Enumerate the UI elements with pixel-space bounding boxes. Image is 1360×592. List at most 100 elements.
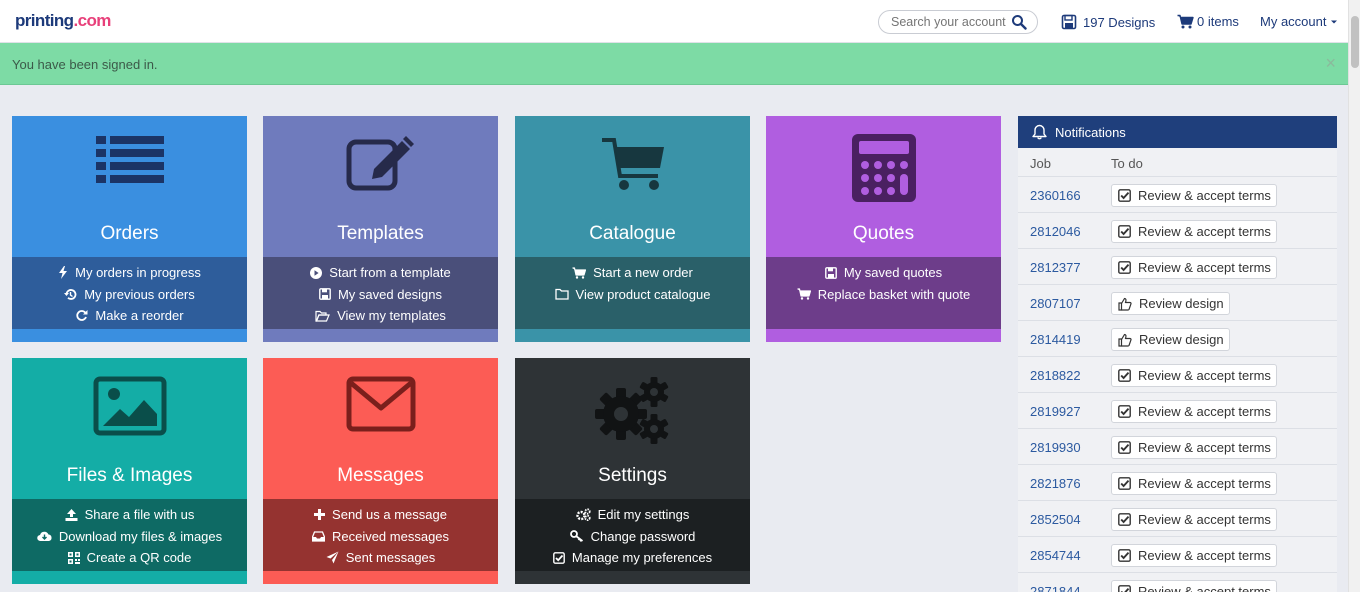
messages-tile[interactable]: Messages Send us a message Received mess… [263, 358, 498, 584]
change-password-link[interactable]: Change password [515, 526, 750, 548]
todo-button[interactable]: Review & accept terms [1111, 472, 1277, 495]
cloud-download-icon [37, 531, 52, 542]
todo-button[interactable]: Review design [1111, 328, 1230, 351]
save-icon [1061, 14, 1077, 30]
check-square-icon [553, 551, 565, 564]
saved-quotes-link[interactable]: My saved quotes [766, 262, 1001, 284]
orders-tile[interactable]: Orders My orders in progress My previous… [12, 116, 247, 342]
sent-messages-link[interactable]: Sent messages [263, 547, 498, 569]
todo-button[interactable]: Review & accept terms [1111, 364, 1277, 387]
job-link[interactable]: 2819927 [1030, 404, 1081, 419]
view-catalogue-link[interactable]: View product catalogue [515, 284, 750, 306]
send-message-link[interactable]: Send us a message [263, 504, 498, 526]
link-label: Change password [590, 528, 696, 544]
catalogue-links: Start a new order View product catalogue [515, 257, 750, 329]
notifications-list: 2360166 Review & accept terms 2812046 Revie… [1018, 177, 1337, 592]
start-from-template-link[interactable]: Start from a template [263, 262, 498, 284]
quotes-tile[interactable]: Quotes My saved quotes Replace basket wi… [766, 116, 1001, 342]
refresh-icon [76, 310, 88, 322]
notification-row: 2854744 Review & accept terms [1018, 537, 1337, 573]
manage-preferences-link[interactable]: Manage my preferences [515, 547, 750, 569]
thumbs-up-icon [1118, 333, 1132, 347]
todo-button[interactable]: Review & accept terms [1111, 580, 1277, 592]
start-new-order-link[interactable]: Start a new order [515, 262, 750, 284]
link-label: Make a reorder [95, 308, 184, 324]
todo-label: Review & accept terms [1138, 260, 1271, 275]
download-files-link[interactable]: Download my files & images [12, 526, 247, 548]
orders-links: My orders in progress My previous orders… [12, 257, 247, 329]
check-square-icon [1118, 585, 1131, 592]
notification-row: 2821876 Review & accept terms [1018, 465, 1337, 501]
orders-in-progress-link[interactable]: My orders in progress [12, 262, 247, 284]
bolt-icon [59, 266, 68, 280]
bell-icon [1032, 124, 1047, 140]
notification-row: 2812377 Review & accept terms [1018, 249, 1337, 285]
page-scrollbar[interactable] [1348, 0, 1360, 592]
settings-links: Edit my settings Change password Manage … [515, 499, 750, 571]
search-icon[interactable] [1011, 14, 1027, 30]
todo-button[interactable]: Review & accept terms [1111, 220, 1277, 243]
todo-button[interactable]: Review & accept terms [1111, 508, 1277, 531]
check-square-icon [1118, 369, 1131, 382]
job-link[interactable]: 2818822 [1030, 368, 1081, 383]
job-link[interactable]: 2807107 [1030, 296, 1081, 311]
notification-row: 2852504 Review & accept terms [1018, 501, 1337, 537]
job-link[interactable]: 2854744 [1030, 548, 1081, 563]
job-link[interactable]: 2871844 [1030, 584, 1081, 592]
scrollbar-thumb[interactable] [1351, 16, 1359, 68]
notification-row: 2812046 Review & accept terms [1018, 213, 1337, 249]
account-menu[interactable]: My account [1260, 14, 1338, 29]
edit-settings-link[interactable]: Edit my settings [515, 504, 750, 526]
close-icon[interactable]: × [1325, 53, 1336, 74]
logo[interactable]: printing.com [15, 11, 111, 31]
previous-orders-link[interactable]: My previous orders [12, 284, 247, 306]
link-label: Download my files & images [58, 528, 223, 544]
create-qr-link[interactable]: Create a QR code [12, 547, 247, 569]
quotes-links: My saved quotes Replace basket with quot… [766, 257, 1001, 329]
check-square-icon [1118, 549, 1131, 562]
templates-tile[interactable]: Templates Start from a template My saved… [263, 116, 498, 342]
job-link[interactable]: 2821876 [1030, 476, 1081, 491]
job-link[interactable]: 2812377 [1030, 260, 1081, 275]
settings-tile[interactable]: Settings Edit my settings Change passwor… [515, 358, 750, 584]
catalogue-tile[interactable]: Catalogue Start a new order View product… [515, 116, 750, 342]
caret-down-icon [1331, 20, 1338, 23]
thumbs-up-icon [1118, 297, 1132, 311]
todo-label: Review & accept terms [1138, 512, 1271, 527]
link-label: View product catalogue [575, 286, 711, 302]
play-circle-icon [310, 266, 323, 279]
calculator-icon [766, 134, 1001, 202]
envelope-icon [263, 376, 498, 440]
basket-link[interactable]: 0 items [1177, 14, 1239, 29]
check-square-icon [1118, 477, 1131, 490]
reorder-link[interactable]: Make a reorder [12, 305, 247, 327]
todo-button[interactable]: Review & accept terms [1111, 436, 1277, 459]
todo-label: Review & accept terms [1138, 188, 1271, 203]
job-link[interactable]: 2812046 [1030, 224, 1081, 239]
todo-button[interactable]: Review & accept terms [1111, 256, 1277, 279]
job-link[interactable]: 2360166 [1030, 188, 1081, 203]
top-header: printing.com 197 Designs 0 items My acco… [0, 0, 1348, 43]
received-messages-link[interactable]: Received messages [263, 526, 498, 548]
designs-link[interactable]: 197 Designs [1061, 14, 1155, 30]
todo-button[interactable]: Review & accept terms [1111, 400, 1277, 423]
qrcode-icon [67, 551, 80, 564]
job-link[interactable]: 2852504 [1030, 512, 1081, 527]
job-link[interactable]: 2814419 [1030, 332, 1081, 347]
job-link[interactable]: 2819930 [1030, 440, 1081, 455]
link-label: Start a new order [593, 265, 693, 281]
link-label: My saved designs [337, 286, 443, 302]
saved-designs-link[interactable]: My saved designs [263, 284, 498, 306]
folder-icon [554, 289, 569, 300]
replace-basket-link[interactable]: Replace basket with quote [766, 284, 1001, 306]
share-file-link[interactable]: Share a file with us [12, 504, 247, 526]
image-icon [12, 376, 247, 440]
todo-button[interactable]: Review & accept terms [1111, 544, 1277, 567]
files-images-tile[interactable]: Files & Images Share a file with us Down… [12, 358, 247, 584]
view-templates-link[interactable]: View my templates [263, 305, 498, 327]
todo-label: Review & accept terms [1138, 224, 1271, 239]
todo-button[interactable]: Review design [1111, 292, 1230, 315]
check-square-icon [1118, 225, 1131, 238]
todo-label: Review & accept terms [1138, 548, 1271, 563]
todo-button[interactable]: Review & accept terms [1111, 184, 1277, 207]
